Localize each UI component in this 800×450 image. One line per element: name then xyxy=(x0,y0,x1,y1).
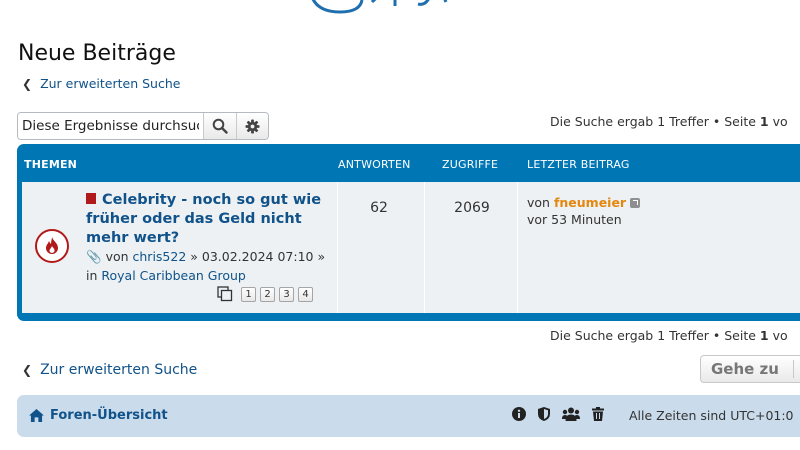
search-button[interactable] xyxy=(203,113,236,139)
chevron-left-icon: ❮ xyxy=(22,363,33,377)
gear-icon xyxy=(245,118,260,134)
page-link-1[interactable]: 1 xyxy=(241,286,256,302)
copy-icon xyxy=(217,286,233,302)
trash-icon[interactable] xyxy=(592,407,604,421)
home-icon xyxy=(29,409,44,422)
header-views: ZUGRIFFE xyxy=(442,158,499,171)
advanced-search-link-label: Zur erweiterten Suche xyxy=(40,362,198,378)
pagination-current-page: 1 xyxy=(759,328,769,343)
page-link-4[interactable]: 4 xyxy=(298,286,313,302)
paperclip-icon: 📎 xyxy=(86,249,102,264)
header-replies: ANTWORTEN xyxy=(338,158,411,171)
replies-count: 62 xyxy=(370,200,388,216)
board-index-label: Foren-Übersicht xyxy=(50,408,168,423)
column-divider xyxy=(337,182,338,313)
pagination-info: Die Suche ergab 1 Treffer • Seite 1 vo xyxy=(550,114,788,129)
hot-topic-icon xyxy=(35,229,69,263)
timezone-info: Alle Zeiten sind UTC+01:0 xyxy=(629,408,794,423)
topic-title-link[interactable]: Celebrity - noch so gut wie früher oder … xyxy=(86,191,326,248)
author-link[interactable]: chris522 xyxy=(133,249,187,264)
site-logo xyxy=(311,0,448,14)
pagination-prefix: Die Suche ergab 1 Treffer • Seite xyxy=(550,328,756,343)
search-icon xyxy=(212,118,228,134)
advanced-settings-button[interactable] xyxy=(235,113,268,139)
column-divider xyxy=(424,182,425,313)
file-icon xyxy=(86,193,96,204)
footer-icons xyxy=(512,407,604,421)
topic-title-text: Celebrity - noch so gut wie früher oder … xyxy=(86,192,322,246)
last-post-time: vor 53 Minuten xyxy=(527,212,622,227)
search-results-box xyxy=(17,112,269,140)
pagination-info-bottom: Die Suche ergab 1 Treffer • Seite 1 vo xyxy=(550,328,788,343)
advanced-search-link[interactable]: ❮ Zur erweiterten Suche xyxy=(22,76,180,91)
jump-to-button[interactable]: Gehe zu xyxy=(700,355,800,383)
topics-table: THEMEN ANTWORTEN ZUGRIFFE LETZTER BEITRA… xyxy=(17,144,800,321)
by-label: von xyxy=(105,249,129,264)
table-row: Celebrity - noch so gut wie früher oder … xyxy=(22,182,800,313)
board-index-link[interactable]: Foren-Übersicht xyxy=(29,408,168,423)
pagination-suffix: vo xyxy=(772,328,788,343)
info-icon[interactable] xyxy=(512,407,526,421)
footer-navbar: Foren-Übersicht Alle Zeiten sind UTC+01:… xyxy=(17,395,800,437)
topic-pagination: 1 2 3 4 xyxy=(217,286,313,302)
pagination-current-page: 1 xyxy=(759,114,769,129)
pagination-prefix: Die Suche ergab 1 Treffer • Seite xyxy=(550,114,756,129)
advanced-search-link-bottom[interactable]: ❮ Zur erweiterten Suche xyxy=(22,362,197,378)
views-count: 2069 xyxy=(454,200,490,216)
last-post-user-link[interactable]: fneumeier xyxy=(554,195,626,210)
page-link-3[interactable]: 3 xyxy=(279,286,294,302)
advanced-search-link-label: Zur erweiterten Suche xyxy=(40,76,181,91)
users-icon[interactable] xyxy=(562,407,580,421)
search-input[interactable] xyxy=(18,113,204,139)
forum-link[interactable]: Royal Caribbean Group xyxy=(101,268,245,283)
jump-to-label: Gehe zu xyxy=(711,360,779,378)
shield-icon[interactable] xyxy=(538,407,550,421)
goto-post-icon[interactable] xyxy=(630,198,641,208)
page-title: Neue Beiträge xyxy=(18,41,176,66)
jump-to-divider xyxy=(792,360,794,378)
fire-icon xyxy=(46,237,58,254)
last-by-label: von xyxy=(527,195,550,210)
column-divider xyxy=(517,182,518,313)
header-last-post: LETZTER BEITRAG xyxy=(527,158,630,171)
topic-meta: 📎 von chris522 » 03.02.2024 07:10 » in R… xyxy=(86,247,336,285)
page-link-2[interactable]: 2 xyxy=(260,286,275,302)
chevron-left-icon: ❮ xyxy=(22,76,33,91)
last-post-info: von fneumeier vor 53 Minuten xyxy=(527,194,641,228)
header-topics: THEMEN xyxy=(24,158,78,171)
pagination-suffix: vo xyxy=(772,114,788,129)
